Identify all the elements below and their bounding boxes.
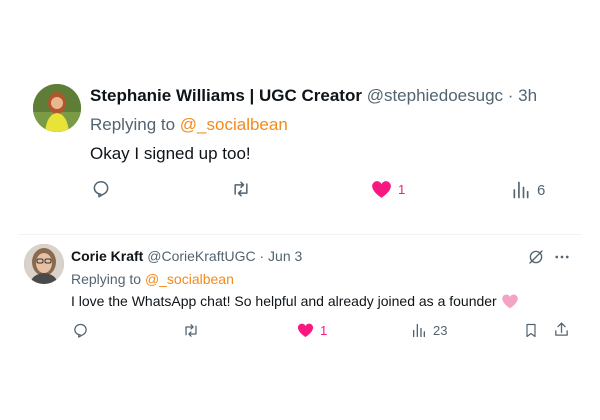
views-icon: [413, 323, 425, 338]
like-button[interactable]: 1: [297, 322, 327, 338]
tweet-text: I love the WhatsApp chat! So helpful and…: [71, 293, 519, 312]
timestamp[interactable]: · 3h: [508, 86, 537, 105]
retweet-button[interactable]: [182, 322, 200, 339]
like-count: 1: [320, 322, 328, 338]
tweet-header: Stephanie Williams | UGC Creator @stephi…: [90, 86, 537, 106]
retweet-icon: [234, 181, 248, 197]
grok-icon[interactable]: [527, 248, 545, 271]
replying-to: Replying to @_socialbean: [71, 271, 234, 287]
mention-link[interactable]: @_socialbean: [180, 115, 288, 134]
reply-button[interactable]: [72, 322, 89, 339]
like-button[interactable]: 1: [371, 179, 405, 199]
author-handle[interactable]: @CorieKraftUGC: [147, 248, 255, 264]
author-name[interactable]: Corie Kraft: [71, 248, 143, 264]
like-count: 1: [398, 181, 406, 197]
heart-icon: [297, 323, 314, 338]
mention-link[interactable]: @_socialbean: [145, 271, 234, 287]
author-handle[interactable]: @stephiedoesugc: [367, 86, 503, 105]
replying-prefix: Replying to: [90, 115, 176, 134]
avatar-image: [33, 84, 81, 132]
bookmark-button[interactable]: [523, 322, 539, 339]
replying-to: Replying to @_socialbean: [90, 115, 288, 135]
bookmark-icon: [526, 323, 536, 338]
author-name[interactable]: Stephanie Williams | UGC Creator: [90, 86, 362, 105]
more-icon[interactable]: [553, 248, 571, 271]
share-icon: [555, 322, 568, 336]
avatar[interactable]: [24, 244, 64, 284]
reply-button[interactable]: [91, 179, 111, 199]
avatar-image: [24, 244, 64, 284]
heart-icon: [372, 181, 391, 198]
tweet-header: Corie Kraft @CorieKraftUGC · Jun 3: [71, 248, 302, 264]
divider: [18, 234, 582, 235]
replying-prefix: Replying to: [71, 271, 142, 287]
tweet-text: Okay I signed up too!: [90, 144, 251, 163]
timestamp[interactable]: · Jun 3: [259, 248, 302, 264]
reply-icon: [93, 181, 109, 198]
views-count: 23: [433, 323, 448, 338]
share-button[interactable]: [553, 321, 570, 338]
views-icon: [513, 181, 529, 199]
tweet-text-content: I love the WhatsApp chat! So helpful and…: [71, 293, 497, 310]
tweet-stephanie[interactable]: Stephanie Williams | UGC Creator @stephi…: [0, 0, 600, 232]
views-button[interactable]: 6: [511, 180, 545, 200]
retweet-icon: [185, 324, 197, 337]
views-button[interactable]: 23: [411, 322, 447, 339]
views-count: 6: [537, 181, 546, 199]
retweet-button[interactable]: [230, 179, 252, 199]
reply-icon: [74, 323, 87, 338]
pink-heart-emoji: [501, 293, 519, 312]
avatar[interactable]: [33, 84, 81, 132]
